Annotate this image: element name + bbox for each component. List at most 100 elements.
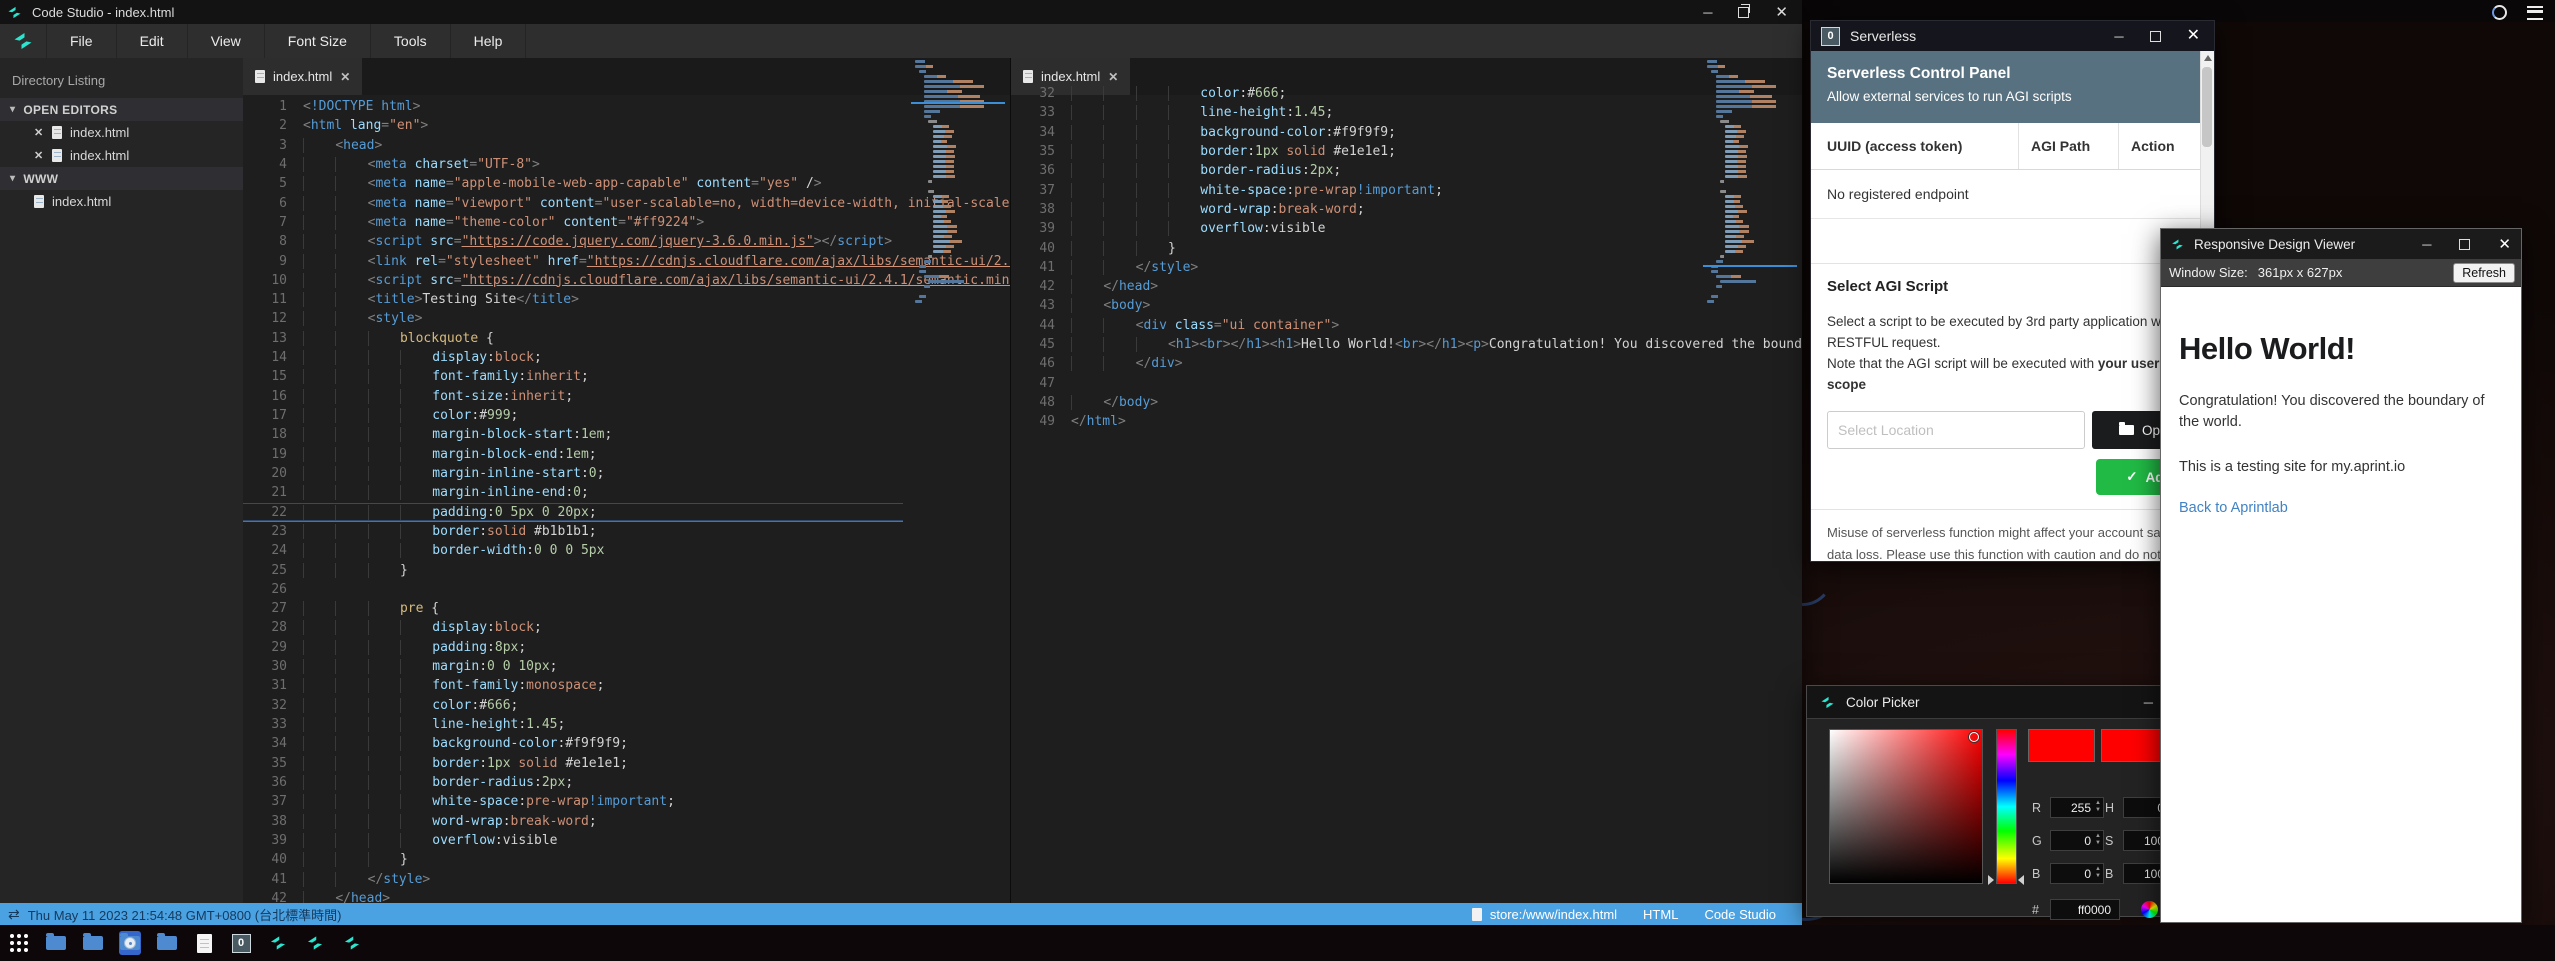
code-line[interactable]: 28 display:block; — [243, 618, 1010, 637]
minimize-button[interactable]: ─ — [2114, 30, 2123, 43]
title-bar[interactable]: 0 Serverless ─ ✕ — [1811, 21, 2214, 51]
hue-marker-right-icon[interactable] — [2018, 875, 2024, 885]
code-line[interactable]: 29 padding:8px; — [243, 638, 1010, 657]
code-line[interactable]: 33 line-height:1.45; — [243, 715, 1010, 734]
code-line[interactable]: 41 </style> — [243, 870, 1010, 889]
code-line[interactable]: 40 } — [1011, 239, 1802, 258]
tab-close-icon[interactable]: ✕ — [1108, 70, 1118, 84]
title-bar[interactable]: Responsive Design Viewer ─ ✕ — [2161, 229, 2521, 259]
code-line[interactable]: 40 } — [243, 850, 1010, 869]
stepper-icon[interactable]: ▲▼ — [2095, 833, 2101, 847]
code-line[interactable]: 34 background-color:#f9f9f9; — [243, 734, 1010, 753]
status-language[interactable]: HTML — [1643, 907, 1678, 922]
code-line[interactable]: 37 white-space:pre-wrap!important; — [243, 792, 1010, 811]
minimap[interactable] — [1707, 60, 1793, 305]
code-line[interactable]: 31 font-family:monospace; — [243, 676, 1010, 695]
code-line[interactable]: 9 <link rel="stylesheet" href="https://c… — [243, 252, 1010, 271]
code-line[interactable]: 38 word-wrap:break-word; — [1011, 200, 1802, 219]
scroll-up-icon[interactable] — [2204, 55, 2212, 61]
code-studio-icon[interactable] — [304, 931, 326, 955]
code-line[interactable]: 45 <h1><br></h1><h1>Hello World!<br></h1… — [1011, 335, 1802, 354]
close-icon[interactable]: ✕ — [34, 149, 44, 162]
code-line[interactable]: 14 display:block; — [243, 348, 1010, 367]
refresh-button[interactable]: Refresh — [2453, 263, 2515, 283]
code-line[interactable]: 26 — [243, 580, 1010, 599]
editor-pane-2[interactable]: index.html ✕ 32 color:#666;33 line-heigh… — [1010, 58, 1802, 903]
sidebar-section-www[interactable]: ▾WWW — [0, 167, 243, 190]
code-line[interactable]: 17 color:#999; — [243, 406, 1010, 425]
minimap[interactable] — [915, 60, 1001, 305]
code-line[interactable]: 42 </head> — [1011, 277, 1802, 296]
code-line[interactable]: 3 <head> — [243, 136, 1010, 155]
code-line[interactable]: 8 <script src="https://code.jquery.com/j… — [243, 232, 1010, 251]
close-button[interactable]: ✕ — [2498, 237, 2511, 252]
sidebar-item-index.html[interactable]: ✕index.html — [0, 144, 243, 167]
code-line[interactable]: 36 border-radius:2px; — [1011, 161, 1802, 180]
code-line[interactable]: 20 margin-inline-start:0; — [243, 464, 1010, 483]
menu-view[interactable]: View — [188, 24, 265, 58]
code-line[interactable]: 23 border:solid #b1b1b1; — [243, 522, 1010, 541]
sidebar-item-index.html[interactable]: index.html — [0, 190, 243, 213]
scrollbar-thumb[interactable] — [2202, 67, 2212, 147]
tab-close-icon[interactable]: ✕ — [340, 70, 350, 84]
code-line[interactable]: 12 <style> — [243, 309, 1010, 328]
close-button[interactable]: ✕ — [1775, 5, 1788, 20]
menu-icon[interactable] — [2527, 6, 2543, 20]
menu-tools[interactable]: Tools — [371, 24, 451, 58]
menu-file[interactable]: File — [47, 24, 117, 58]
code-line[interactable]: 39 overflow:visible — [243, 831, 1010, 850]
code-line[interactable]: 32 color:#666; — [1011, 84, 1802, 103]
title-bar[interactable]: Code Studio - index.html ─ ✕ — [0, 0, 1802, 24]
color-cursor[interactable] — [1969, 732, 1979, 742]
maximize-button[interactable] — [2150, 31, 2161, 42]
code-line[interactable]: 27 pre { — [243, 599, 1010, 618]
code-line[interactable]: 30 margin:0 0 10px; — [243, 657, 1010, 676]
code-line[interactable]: 33 line-height:1.45; — [1011, 103, 1802, 122]
folder-cd-icon[interactable] — [119, 931, 141, 955]
maximize-button[interactable] — [2459, 239, 2470, 250]
code-line[interactable]: 13 blockquote { — [243, 329, 1010, 348]
code-line[interactable]: 21 margin-inline-end:0; — [243, 483, 1010, 502]
code-line[interactable]: 35 border:1px solid #e1e1e1; — [1011, 142, 1802, 161]
color-wheel-icon[interactable] — [2141, 901, 2158, 918]
code-line[interactable]: 47 — [1011, 374, 1802, 393]
folder-icon[interactable] — [156, 931, 178, 955]
status-file-path[interactable]: store:/www/index.html — [1490, 907, 1617, 922]
restore-button[interactable] — [1738, 7, 1749, 18]
code-line[interactable]: 34 background-color:#f9f9f9; — [1011, 123, 1802, 142]
code-line[interactable]: 46 </div> — [1011, 354, 1802, 373]
code-line[interactable]: 2<html lang="en"> — [243, 116, 1010, 135]
code-line[interactable]: 24 border-width:0 0 0 5px — [243, 541, 1010, 560]
sync-icon[interactable]: ⇄ — [8, 906, 20, 923]
code-line[interactable]: 7 <meta name="theme-color" content="#ff9… — [243, 213, 1010, 232]
code-line[interactable]: 16 font-size:inherit; — [243, 387, 1010, 406]
code-line[interactable]: 37 white-space:pre-wrap!important; — [1011, 181, 1802, 200]
code-line[interactable]: 19 margin-block-end:1em; — [243, 445, 1010, 464]
code-lines[interactable]: 1<!DOCTYPE html>2<html lang="en">3 <head… — [243, 97, 1010, 903]
stepper-icon[interactable]: ▲▼ — [2095, 866, 2101, 880]
folder-icon[interactable] — [82, 931, 104, 955]
document-icon[interactable] — [193, 931, 215, 955]
hex-input[interactable]: ff0000 — [2050, 899, 2120, 920]
title-bar[interactable]: Color Picker ─ — [1807, 686, 2167, 718]
back-to-aprintlab-link[interactable]: Back to Aprintlab — [2179, 500, 2288, 516]
code-line[interactable]: 43 <body> — [1011, 296, 1802, 315]
minimize-button[interactable]: ─ — [2422, 238, 2431, 251]
code-line[interactable]: 35 border:1px solid #e1e1e1; — [243, 754, 1010, 773]
code-line[interactable]: 11 <title>Testing Site</title> — [243, 290, 1010, 309]
code-line[interactable]: 39 overflow:visible — [1011, 219, 1802, 238]
minimize-button[interactable]: ─ — [2144, 696, 2153, 709]
code-line[interactable]: 32 color:#666; — [243, 696, 1010, 715]
code-line[interactable]: 36 border-radius:2px; — [243, 773, 1010, 792]
close-icon[interactable]: ✕ — [34, 126, 44, 139]
serverless-app-icon[interactable]: 0 — [230, 931, 252, 955]
code-line[interactable]: 49</html> — [1011, 412, 1802, 431]
minimize-button[interactable]: ─ — [1703, 6, 1712, 19]
code-line[interactable]: 38 word-wrap:break-word; — [243, 812, 1010, 831]
spinner-icon[interactable] — [2492, 5, 2507, 20]
tab-index-html[interactable]: index.html ✕ — [243, 58, 362, 95]
code-line[interactable]: 15 font-family:inherit; — [243, 367, 1010, 386]
code-line[interactable]: 6 <meta name="viewport" content="user-sc… — [243, 194, 1010, 213]
script-location-input[interactable] — [1827, 411, 2085, 449]
hue-slider[interactable] — [1996, 729, 2017, 884]
